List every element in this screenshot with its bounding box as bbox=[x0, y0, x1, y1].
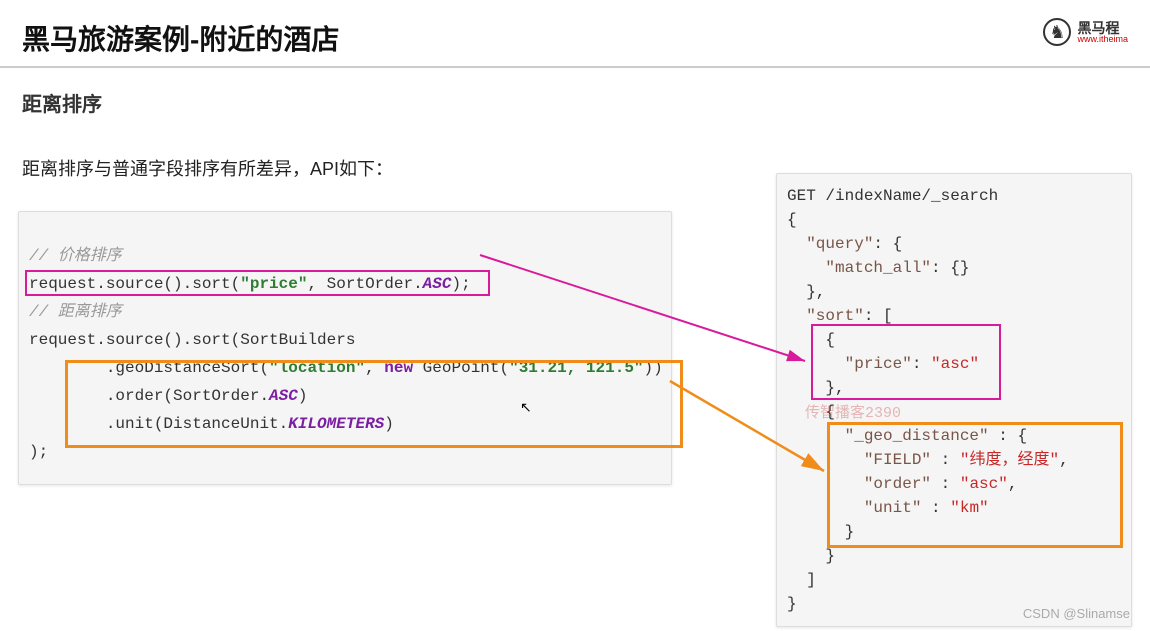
json-code-block: GET /indexName/_search { "query": { "mat… bbox=[776, 173, 1132, 627]
logo-url: www.itheima bbox=[1077, 35, 1128, 44]
horse-icon: ♞ bbox=[1043, 18, 1071, 46]
code-comment: // 价格排序 bbox=[29, 242, 661, 270]
csdn-watermark: CSDN @Slinamse bbox=[1023, 606, 1130, 621]
code-line: "match_all": {} bbox=[787, 256, 1121, 280]
code-line: "price": "asc" bbox=[787, 352, 1121, 376]
content-area: // 价格排序 request.source().sort("price", S… bbox=[0, 181, 1150, 485]
page-title: 黑马旅游案例-附近的酒店 bbox=[22, 18, 339, 58]
code-line: ] bbox=[787, 568, 1121, 592]
code-line: "FIELD" : "纬度，经度", bbox=[787, 448, 1121, 472]
code-line: "order" : "asc", bbox=[787, 472, 1121, 496]
code-line: { bbox=[787, 208, 1121, 232]
code-line: .unit(DistanceUnit.KILOMETERS) bbox=[29, 410, 661, 438]
cursor-icon: ↖ bbox=[520, 399, 532, 416]
code-line: request.source().sort("price", SortOrder… bbox=[29, 270, 661, 298]
code-line: request.source().sort(SortBuilders bbox=[29, 326, 661, 354]
code-line: "query": { bbox=[787, 232, 1121, 256]
code-line: "unit" : "km" bbox=[787, 496, 1121, 520]
section-heading: 距离排序 bbox=[0, 68, 1150, 117]
code-line: "_geo_distance" : { bbox=[787, 424, 1121, 448]
code-line: }, bbox=[787, 376, 1121, 400]
code-comment: // 距离排序 bbox=[29, 298, 661, 326]
brand-logo: ♞ 黑马程 www.itheima bbox=[1043, 18, 1128, 46]
section-desc: 距离排序与普通字段排序有所差异，API如下： bbox=[0, 117, 1150, 181]
java-code-block: // 价格排序 request.source().sort("price", S… bbox=[18, 211, 672, 485]
code-line: GET /indexName/_search bbox=[787, 184, 1121, 208]
logo-cn: 黑马程 bbox=[1077, 21, 1128, 35]
code-line: .geoDistanceSort("location", new GeoPoin… bbox=[29, 354, 661, 382]
code-line: "sort": [ bbox=[787, 304, 1121, 328]
code-line: .order(SortOrder.ASC) bbox=[29, 382, 661, 410]
code-line: }, bbox=[787, 280, 1121, 304]
code-line: { bbox=[787, 328, 1121, 352]
code-line: } bbox=[787, 520, 1121, 544]
code-line: ); bbox=[29, 438, 661, 466]
code-line: } bbox=[787, 544, 1121, 568]
watermark: 传智播客2390 bbox=[805, 402, 901, 426]
